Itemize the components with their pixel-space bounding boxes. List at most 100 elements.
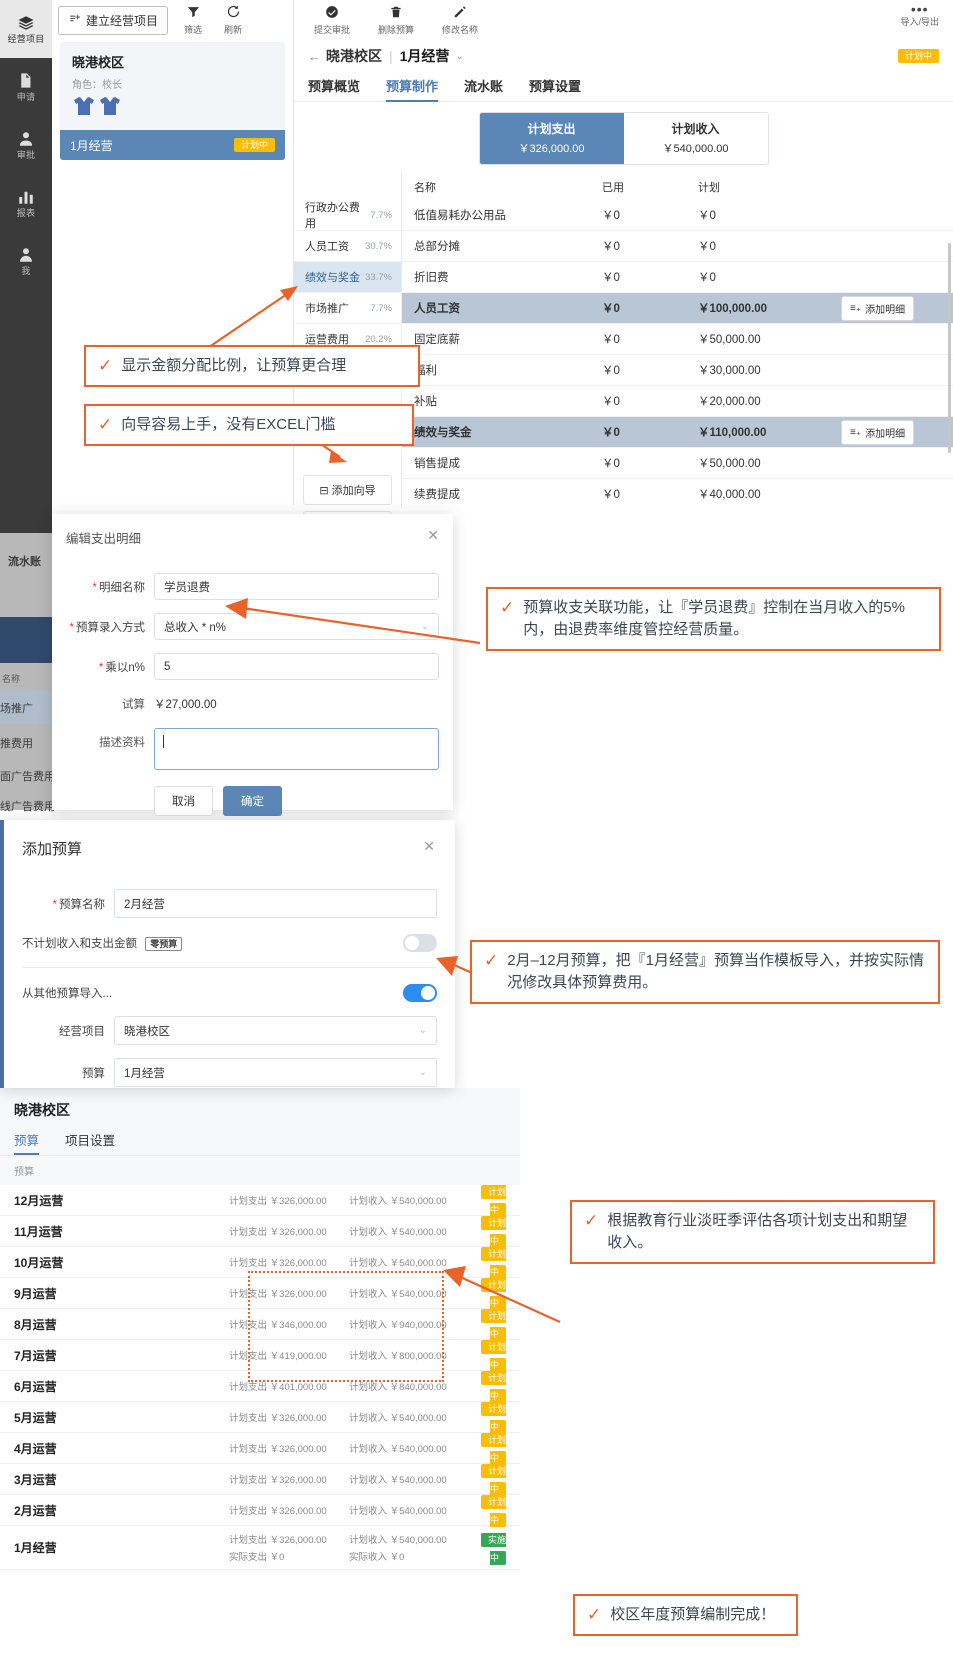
close-icon[interactable]: ✕: [423, 838, 435, 855]
budget-list-item[interactable]: 11月运营 计划支出 ￥326,000.00 计划收入 ￥540,000.00 …: [0, 1216, 520, 1248]
description-textarea[interactable]: [154, 728, 439, 770]
callout-season-text: 根据教育行业淡旺季评估各项计划支出和期望收入。: [607, 1212, 908, 1251]
callout-ratio-text: 显示金额分配比例，让预算更合理: [121, 357, 347, 374]
sidebar-item-approval[interactable]: 审批: [0, 116, 52, 174]
budget-list-item[interactable]: 4月运营 计划支出 ￥326,000.00 计划收入 ￥540,000.00 计…: [0, 1433, 520, 1465]
cancel-button[interactable]: 取消: [154, 786, 213, 816]
segment-plan-expense-title: 计划支出: [527, 122, 576, 136]
table-row[interactable]: 补贴 ￥0 ￥20,000.00: [402, 386, 953, 417]
table-row-group[interactable]: 绩效与奖金 ￥0 ￥110,000.00 ≡₊ 添加明细: [402, 417, 953, 448]
item-plan-expense: 计划支出 ￥419,000.00: [229, 1351, 327, 1362]
chevron-down-icon: ⌄: [418, 1025, 427, 1036]
budget-row-january[interactable]: 1月经营 计划中: [60, 130, 285, 160]
ghost-active-segment: [0, 617, 52, 663]
add-detail-button[interactable]: ≡₊ 添加明细: [841, 419, 915, 445]
budget-list-item[interactable]: 2月运营 计划支出 ￥326,000.00 计划收入 ￥540,000.00 计…: [0, 1495, 520, 1527]
sidebar-item-reports[interactable]: 报表: [0, 174, 52, 232]
project-card[interactable]: 晓港校区 角色：校长: [60, 42, 285, 130]
budget-list-item[interactable]: 1月经营 计划支出 ￥326,000.00 实际支出 ￥0 计划收入 ￥540,…: [0, 1526, 520, 1570]
segment-plan-expense[interactable]: 计划支出 ￥326,000.00: [479, 113, 624, 164]
avatar: [98, 96, 122, 122]
breadcrumb-project[interactable]: 晓港校区: [326, 46, 382, 66]
sidebar-item-me[interactable]: 我: [0, 232, 52, 290]
dialog-title: 编辑支出明细: [66, 532, 142, 546]
category-item-salary[interactable]: 人员工资 30.7%: [294, 231, 401, 262]
import-export-button[interactable]: ••• 导入/导出: [900, 1, 939, 28]
budget-method-label: * 预算录入方式: [69, 621, 145, 634]
table-row[interactable]: 销售提成 ￥0 ￥50,000.00: [402, 448, 953, 479]
table-row[interactable]: 低值易耗办公用品 ￥0 ￥0: [402, 200, 953, 231]
wizard-icon: ⊟: [319, 485, 329, 497]
table-row-group[interactable]: 人员工资 ￥0 ￥100,000.00 ≡₊ 添加明细: [402, 293, 953, 324]
close-icon[interactable]: ✕: [427, 527, 439, 544]
category-percent: 7.7%: [370, 302, 392, 314]
row-used: ￥0: [602, 489, 620, 501]
divider: [22, 967, 437, 968]
table-row[interactable]: 福利 ￥0 ￥30,000.00: [402, 355, 953, 386]
zero-budget-label-wrap: 不计划收入和支出金额 零预算: [22, 935, 183, 951]
table-row[interactable]: 固定底薪 ￥0 ￥50,000.00: [402, 324, 953, 355]
item-name: 2月运营: [14, 1503, 57, 1518]
submit-approval-label: 提交审批: [314, 24, 351, 35]
detail-name-value: 学员退费: [164, 581, 210, 594]
submit-approval-button[interactable]: 提交审批: [308, 5, 356, 36]
row-name: 人员工资: [414, 303, 460, 315]
callout-wizard: ✓ 向导容易上手，没有EXCEL门槛: [84, 404, 414, 446]
budget-list-tabs: 预算 项目设置: [14, 1130, 506, 1155]
arrow-to-seasonal: [443, 1266, 561, 1324]
budget-name-input[interactable]: 2月经营: [114, 889, 437, 918]
rename-button[interactable]: 修改名称: [436, 5, 484, 36]
add-wizard-button[interactable]: ⊟ 添加向导: [303, 475, 392, 505]
budget-list-item[interactable]: 6月运营 计划支出 ￥401,000.00 计划收入 ￥840,000.00 计…: [0, 1371, 520, 1403]
add-budget-dialog: 添加预算 ✕ * 预算名称 2月经营 不计划收入和支出金额 零预算 从其他预算导入…: [0, 820, 455, 1088]
more-dots-icon: •••: [910, 1, 929, 17]
back-arrow-icon[interactable]: ←: [308, 49, 321, 64]
confirm-button[interactable]: 确定: [223, 786, 282, 816]
segment-plan-income[interactable]: 计划收入 ￥540,000.00: [623, 113, 768, 164]
category-percent: 33.7%: [365, 271, 392, 283]
sidebar-item-projects[interactable]: 经营项目: [0, 0, 52, 58]
callout-ratio: ✓ 显示金额分配比例，让预算更合理: [84, 345, 420, 387]
table-scrollbar[interactable]: [948, 243, 951, 453]
tab-ledger[interactable]: 流水账: [464, 76, 503, 101]
rename-label: 修改名称: [442, 24, 479, 35]
import-budget-label: 从其他预算导入...: [22, 988, 113, 1000]
sidebar-label-apply: 申请: [16, 92, 36, 102]
row-used: ￥0: [602, 272, 620, 284]
chevron-down-icon[interactable]: ⌄: [455, 51, 463, 62]
tab-project-settings[interactable]: 项目设置: [65, 1130, 115, 1155]
sidebar-item-apply[interactable]: 申请: [0, 58, 52, 116]
add-detail-button[interactable]: ≡₊ 添加明细: [841, 295, 915, 321]
create-project-button[interactable]: 建立经营项目: [58, 5, 169, 35]
budget-list-item[interactable]: 3月运营 计划支出 ￥326,000.00 计划收入 ￥540,000.00 计…: [0, 1464, 520, 1496]
project-toolbar: 建立经营项目 筛选 刷新: [52, 0, 293, 40]
project-value: 晓港校区: [124, 1025, 170, 1038]
filter-button[interactable]: 筛选: [178, 4, 208, 36]
row-plan: ￥0: [698, 272, 716, 284]
table-row[interactable]: 总部分摊 ￥0 ￥0: [402, 231, 953, 262]
budget-list-item[interactable]: 7月运营 计划支出 ￥419,000.00 计划收入 ￥800,000.00 计…: [0, 1340, 520, 1372]
tab-budget-settings[interactable]: 预算设置: [529, 76, 581, 101]
budget-list-item[interactable]: 5月运营 计划支出 ￥326,000.00 计划收入 ￥540,000.00 计…: [0, 1402, 520, 1434]
source-budget-select[interactable]: 1月经营 ⌄: [114, 1058, 437, 1087]
table-row[interactable]: 续费提成 ￥0 ￥40,000.00: [402, 479, 953, 509]
table-row[interactable]: 折旧费 ￥0 ￥0: [402, 262, 953, 293]
layers-icon: [17, 14, 35, 32]
plan-segment-control: 计划支出 ￥326,000.00 计划收入 ￥540,000.00: [478, 112, 769, 165]
tab-budget[interactable]: 预算: [14, 1130, 40, 1155]
delete-budget-button[interactable]: 删除预算: [372, 5, 420, 36]
item-plan-income: 计划收入 ￥540,000.00: [349, 1444, 447, 1455]
tab-budget-overview[interactable]: 预算概览: [308, 76, 360, 101]
callout-link: ✓ 预算收支关联功能，让『学员退费』控制在当月收入的5%内，由退费率维度管控经营…: [486, 587, 941, 651]
tab-budget-build[interactable]: 预算制作: [386, 76, 439, 102]
budget-list-item[interactable]: 12月运营 计划支出 ￥326,000.00 计划收入 ￥540,000.00 …: [0, 1185, 520, 1217]
item-plan-income: 计划收入 ￥540,000.00: [349, 1506, 447, 1517]
npct-input[interactable]: 5: [154, 653, 439, 680]
item-name: 6月运营: [14, 1379, 57, 1394]
refresh-button[interactable]: 刷新: [218, 4, 248, 36]
budget-name-value: 2月经营: [124, 898, 165, 911]
delete-budget-label: 删除预算: [378, 24, 415, 35]
breadcrumb-separator: |: [389, 48, 393, 64]
project-select[interactable]: 晓港校区 ⌄: [114, 1016, 437, 1045]
category-item-admin[interactable]: 行政办公费用 7.7%: [294, 200, 401, 231]
